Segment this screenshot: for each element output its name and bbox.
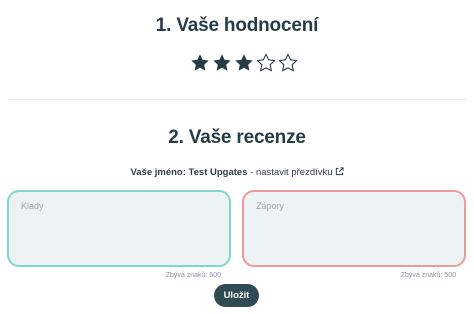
reviewer-name-line: Vaše jméno: Test Upgates - nastavit přez… (0, 167, 474, 178)
star-icon-empty[interactable] (278, 53, 298, 72)
star-icon-filled[interactable] (212, 53, 232, 72)
star-icon-filled[interactable] (190, 53, 210, 72)
name-label: Vaše jméno: (130, 167, 186, 178)
pros-char-counter: Zbývá znaků: 500 (165, 272, 221, 279)
star-icon-empty[interactable] (256, 53, 276, 72)
save-button[interactable]: Uložit (214, 284, 259, 307)
cons-char-counter: Zbývá znaků: 500 (400, 272, 456, 279)
section-divider (8, 99, 466, 100)
cons-textarea[interactable] (242, 190, 466, 267)
external-link-icon (335, 167, 344, 176)
rating-section-title: 1. Vaše hodnocení (155, 15, 319, 36)
pros-textarea[interactable] (7, 190, 231, 267)
set-nickname-label: nastavit přezdívku (255, 167, 333, 178)
star-rating[interactable] (190, 53, 298, 72)
review-section-title: 2. Vaše recenze (168, 127, 306, 148)
name-value: Test Upgates (188, 167, 248, 178)
star-icon-filled[interactable] (234, 53, 254, 72)
set-nickname-link[interactable]: nastavit přezdívku (256, 167, 344, 178)
name-separator: - (247, 167, 256, 178)
